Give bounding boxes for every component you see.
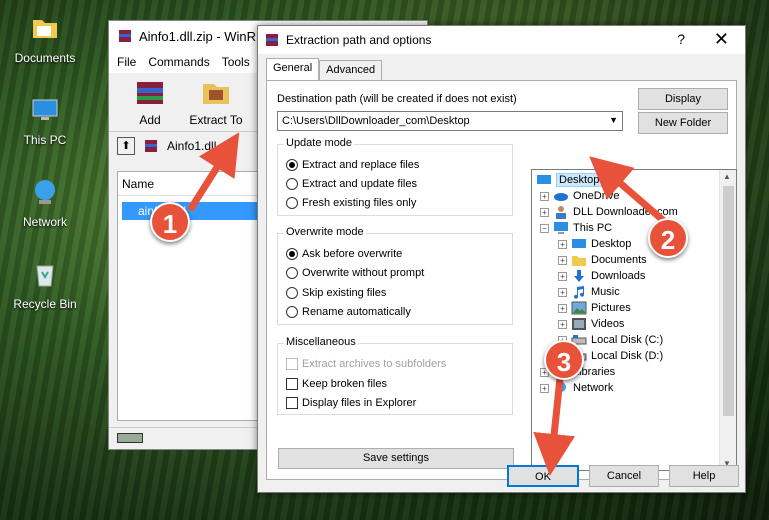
arrow-3 [533,377,576,476]
annotation-arrows [187,132,668,476]
callout-1: 1 [150,202,190,242]
arrow-2 [589,156,668,225]
callout-3: 3 [544,340,584,380]
callout-2: 2 [648,218,688,258]
arrow-1 [187,132,240,212]
